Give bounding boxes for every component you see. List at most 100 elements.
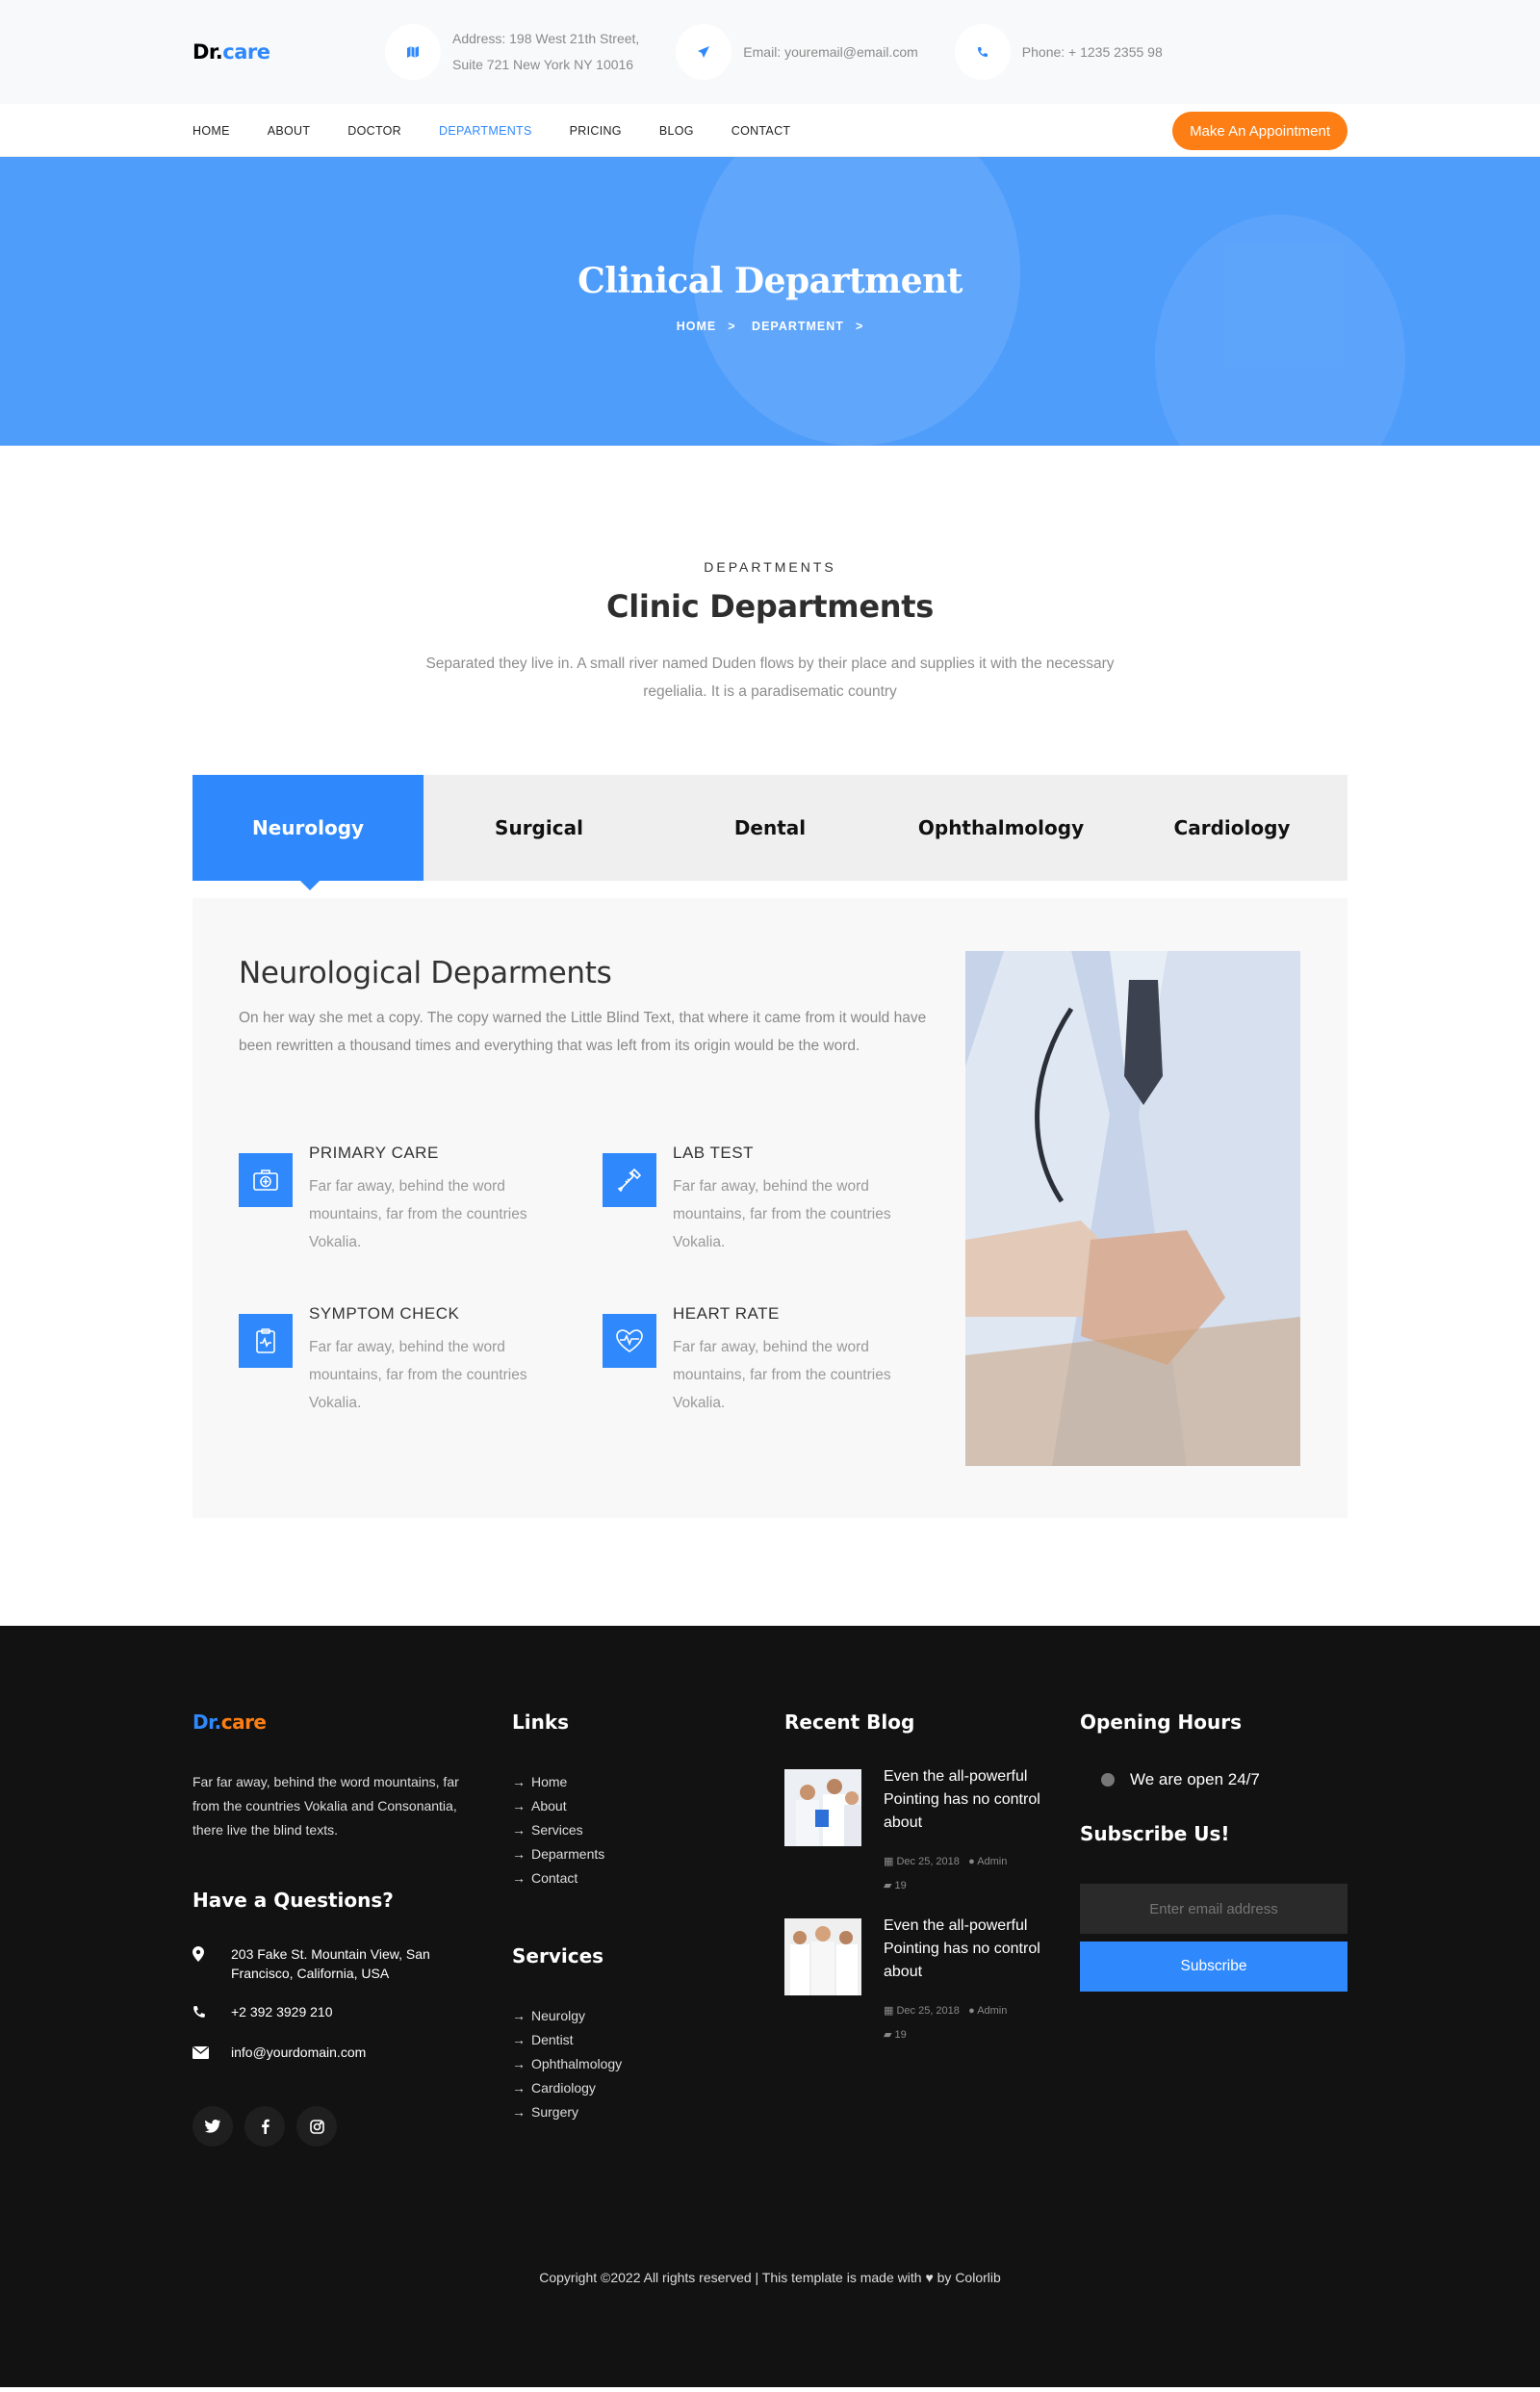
footer-about-text: Far far away, behind the word mountains,… [192,1774,459,1838]
blog-post: Even the all-powerful Pointing has no co… [784,1768,1064,1918]
hero-doctor-image [693,157,1020,446]
department-tabs: Neurology Surgical Dental Ophthalmology … [192,775,1348,890]
main-navbar: HOME ABOUT DOCTOR DEPARTMENTS PRICING BL… [0,104,1540,157]
phone-icon [192,2002,231,2023]
blog-meta: ▦ Dec 25, 2018 ● Admin ▰ 19 [884,1856,1008,1891]
footer-link-about[interactable]: → About [512,1794,724,1818]
footer-logo[interactable]: Dr.care [192,1710,462,1734]
site-logo[interactable]: Dr.care [192,40,385,64]
footer-link-services[interactable]: → Services [512,1818,724,1842]
links-heading: Links [512,1710,570,1734]
email-text[interactable]: Email: youremail@email.com [743,39,917,65]
subscribe-button[interactable]: Subscribe [1080,1942,1348,1992]
footer-about-column: Dr.care Far far away, behind the word mo… [192,1710,462,2147]
breadcrumb-home[interactable]: HOME [677,320,717,333]
copyright: Copyright ©2022 All rights reserved | Th… [192,2270,1348,2285]
tab-panel-neurology: Neurological Deparments On her way she m… [192,898,1348,1518]
feature-lab-test: LAB TEST Far far away, behind the word m… [603,1144,930,1256]
panel-title: Neurological Deparments [239,956,612,990]
comment-icon: ▰ [884,1880,892,1891]
service-link-cardiology[interactable]: → Cardiology [512,2076,724,2100]
contact-phone-text: +2 392 3929 210 [231,2004,333,2019]
email-info: Email: youremail@email.com [676,24,918,80]
address-line-1: Address: 198 West 21th Street, [452,31,640,46]
footer-link-home[interactable]: → Home [512,1770,724,1794]
section-subheading: DEPARTMENTS [704,559,836,575]
comment-icon: ▰ [884,2029,892,2041]
contact-address: 203 Fake St. Mountain View, San Francisc… [192,1944,462,1983]
subscribe-email-input[interactable] [1080,1884,1348,1934]
section-description: Separated they live in. A small river na… [425,656,1115,700]
phone-icon [954,24,1011,80]
service-link-ophthalmology[interactable]: → Ophthalmology [512,2052,724,2076]
chevron-right-icon: > [855,320,864,333]
nav-contact[interactable]: CONTACT [732,124,791,138]
footer-blog-column: Recent Blog Even the all-powerful Pointi… [784,1710,1064,2068]
footer-link-departments[interactable]: → Deparments [512,1842,724,1866]
feature-heart-rate: HEART RATE Far far away, behind the word… [603,1304,930,1417]
contact-phone[interactable]: +2 392 3929 210 [192,2002,462,2023]
services-heading: Services [512,1944,604,1968]
feature-text: Far far away, behind the word mountains,… [309,1339,527,1411]
contact-email[interactable]: info@yourdomain.com [192,2043,462,2064]
footer-link-contact[interactable]: → Contact [512,1866,724,1890]
instagram-icon[interactable] [296,2106,337,2147]
footer-hours-column: Opening Hours We are open 24/7 Subscribe… [1080,1710,1348,1992]
feature-title: HEART RATE [673,1304,780,1323]
section-heading: Clinic Departments [606,588,934,625]
map-marker-icon [192,1944,231,1983]
tab-dental[interactable]: Dental [654,775,886,881]
contact-email-text: info@yourdomain.com [231,2045,367,2060]
service-link-dentist[interactable]: → Dentist [512,2028,724,2052]
heart-icon: ♥ [925,2270,934,2285]
recent-blog-heading: Recent Blog [784,1710,915,1734]
tab-ophthalmology[interactable]: Ophthalmology [886,775,1116,881]
nav-blog[interactable]: BLOG [659,124,694,138]
tab-surgical[interactable]: Surgical [424,775,654,881]
feature-text: Far far away, behind the word mountains,… [309,1178,527,1250]
phone-info: Phone: + 1235 2355 98 [954,24,1163,80]
service-link-neurology[interactable]: → Neurolgy [512,2004,724,2028]
blog-meta: ▦ Dec 25, 2018 ● Admin ▰ 19 [884,2005,1008,2041]
copyright-credit[interactable]: by Colorlib [937,2270,1001,2285]
logo-dr-text: Dr. [192,40,223,64]
footer-logo-care: care [220,1710,267,1734]
logo-care-text: care [222,40,270,64]
make-appointment-button[interactable]: Make An Appointment [1172,112,1348,150]
heart-pulse-icon [603,1314,656,1368]
phone-text[interactable]: Phone: + 1235 2355 98 [1022,39,1163,65]
footer-links-column: Links → Home → About → Services → Deparments… [512,1710,724,2124]
blog-thumbnail[interactable] [784,1918,861,1995]
nav-about[interactable]: ABOUT [268,124,311,138]
breadcrumb-current: DEPARTMENT [752,320,844,333]
service-link-surgery[interactable]: → Surgery [512,2100,724,2124]
first-aid-kit-icon [239,1153,293,1207]
nav-pricing[interactable]: PRICING [570,124,622,138]
footer-logo-dr: Dr. [192,1710,221,1734]
nav-departments[interactable]: DEPARTMENTS [439,124,532,138]
tab-cardiology[interactable]: Cardiology [1116,775,1348,881]
blog-thumbnail[interactable] [784,1769,861,1846]
copyright-text: Copyright ©2022 All rights reserved | Th… [539,2270,922,2285]
tab-neurology[interactable]: Neurology [192,775,424,890]
blog-post: Even the all-powerful Pointing has no co… [784,1915,1064,2068]
user-icon: ● [968,2005,975,2017]
envelope-icon [192,2043,231,2064]
paper-plane-icon [676,24,732,80]
feature-title: SYMPTOM CHECK [309,1304,460,1323]
twitter-icon[interactable] [192,2106,233,2147]
map-icon [385,24,441,80]
blog-title[interactable]: Even the all-powerful Pointing has no co… [884,1765,1057,1835]
site-footer: Dr.care Far far away, behind the word mo… [0,1626,1540,2387]
nav-doctor[interactable]: DOCTOR [347,124,401,138]
facebook-icon[interactable] [244,2106,285,2147]
clipboard-icon [239,1314,293,1368]
feature-text: Far far away, behind the word mountains,… [673,1339,891,1411]
page-title: Clinical Department [578,261,962,301]
feature-symptom-check: SYMPTOM CHECK Far far away, behind the w… [239,1304,566,1417]
blog-title[interactable]: Even the all-powerful Pointing has no co… [884,1915,1057,1984]
user-icon: ● [968,1856,975,1867]
links-list: → Home → About → Services → Deparments → Cont… [512,1770,724,1890]
doctor-handshake-image [965,951,1300,1466]
nav-home[interactable]: HOME [192,124,230,138]
